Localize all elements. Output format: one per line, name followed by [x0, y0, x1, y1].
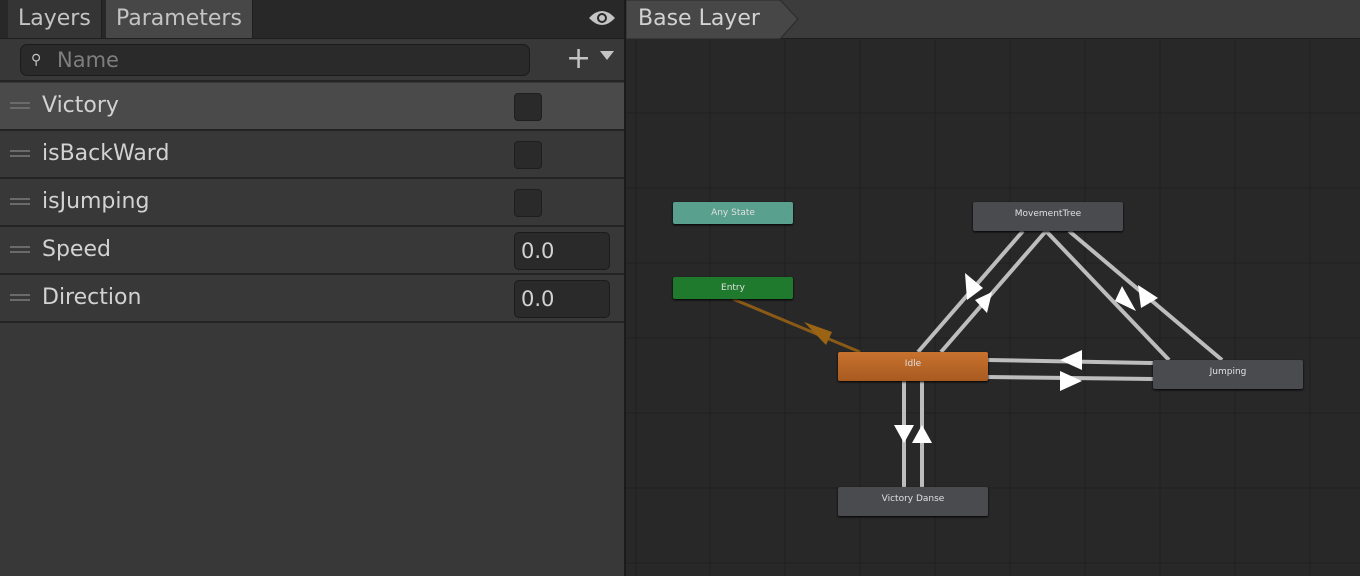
arrow-icon	[1060, 350, 1082, 370]
state-movement-tree[interactable]: MovementTree	[973, 202, 1123, 231]
parameter-float-field[interactable]: 0.0	[514, 232, 610, 270]
animator-graph[interactable]: Any State Entry MovementTree Idle Jumpin…	[626, 40, 1360, 576]
parameter-name: isBackWard	[42, 141, 170, 166]
search-row: ⚲ +	[0, 39, 624, 82]
tab-layers[interactable]: Layers	[8, 0, 102, 38]
parameter-checkbox[interactable]	[514, 141, 542, 169]
drag-handle-icon[interactable]	[10, 198, 30, 205]
search-field[interactable]: ⚲	[20, 44, 530, 76]
breadcrumb: Base Layer	[626, 0, 1360, 39]
parameter-name: Victory	[42, 93, 119, 118]
search-icon: ⚲	[31, 52, 42, 68]
eye-icon[interactable]	[588, 8, 616, 28]
state-jumping[interactable]: Jumping	[1153, 360, 1303, 389]
state-any-state[interactable]: Any State	[673, 202, 793, 224]
graph-canvas	[626, 40, 1360, 576]
grid	[626, 40, 1360, 576]
drag-handle-icon[interactable]	[10, 294, 30, 301]
search-input[interactable]	[57, 47, 517, 73]
parameter-float-field[interactable]: 0.0	[514, 280, 610, 318]
arrow-icon	[1060, 371, 1082, 391]
transition-line[interactable]	[939, 229, 1048, 354]
drag-handle-icon[interactable]	[10, 150, 30, 157]
parameter-name: Speed	[42, 237, 111, 262]
breadcrumb-base-layer[interactable]: Base Layer	[626, 0, 772, 38]
tab-parameters[interactable]: Parameters	[106, 0, 253, 38]
parameter-row[interactable]: Victory	[0, 83, 624, 131]
parameters-panel: Layers Parameters ⚲ + Victory isBackWard…	[0, 0, 624, 576]
transition-entry-idle[interactable]	[732, 297, 861, 354]
state-idle[interactable]: Idle	[838, 352, 988, 381]
drag-handle-icon[interactable]	[10, 246, 30, 253]
arrow-icon	[912, 425, 932, 443]
tab-bar: Layers Parameters	[0, 0, 624, 39]
parameter-name: isJumping	[42, 189, 150, 214]
parameter-row[interactable]: Speed 0.0	[0, 227, 624, 275]
parameter-row[interactable]: isJumping	[0, 179, 624, 227]
drag-handle-icon[interactable]	[10, 102, 30, 109]
state-victory-danse[interactable]: Victory Danse	[838, 487, 988, 516]
parameter-checkbox[interactable]	[514, 93, 542, 121]
arrow-icon	[965, 273, 983, 300]
add-parameter-button[interactable]: +	[566, 43, 591, 75]
state-entry[interactable]: Entry	[673, 277, 793, 299]
arrow-icon	[894, 425, 914, 443]
chevron-down-icon[interactable]	[600, 51, 614, 60]
parameter-name: Direction	[42, 285, 142, 310]
parameter-checkbox[interactable]	[514, 189, 542, 217]
parameter-row[interactable]: isBackWard	[0, 131, 624, 179]
parameter-row[interactable]: Direction 0.0	[0, 275, 624, 323]
